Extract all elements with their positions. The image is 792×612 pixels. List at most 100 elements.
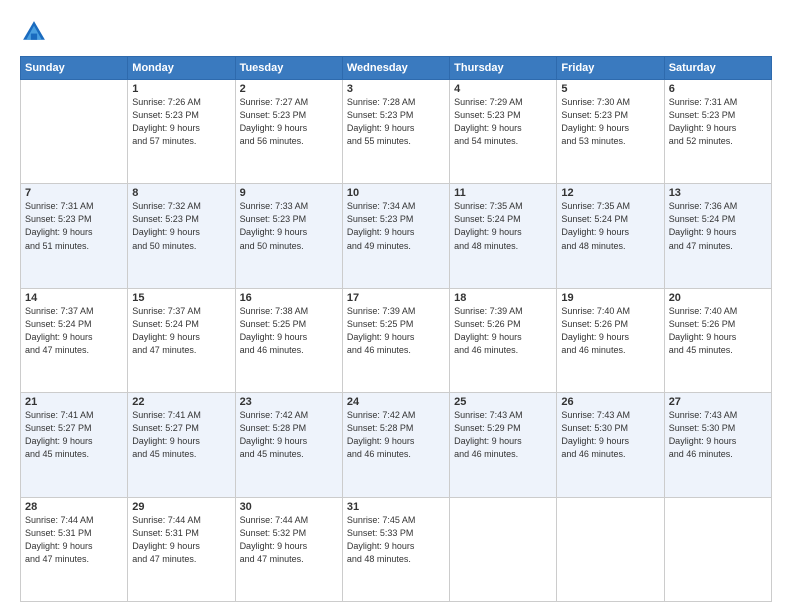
day-number: 18 bbox=[454, 292, 552, 304]
day-info: Sunrise: 7:33 AMSunset: 5:23 PMDaylight:… bbox=[240, 200, 338, 252]
calendar-cell: 21Sunrise: 7:41 AMSunset: 5:27 PMDayligh… bbox=[21, 393, 128, 497]
day-number: 25 bbox=[454, 396, 552, 408]
calendar-cell: 3Sunrise: 7:28 AMSunset: 5:23 PMDaylight… bbox=[342, 80, 449, 184]
day-info: Sunrise: 7:42 AMSunset: 5:28 PMDaylight:… bbox=[347, 409, 445, 461]
day-info: Sunrise: 7:36 AMSunset: 5:24 PMDaylight:… bbox=[669, 200, 767, 252]
day-number: 6 bbox=[669, 83, 767, 95]
day-number: 29 bbox=[132, 501, 230, 513]
calendar-cell: 8Sunrise: 7:32 AMSunset: 5:23 PMDaylight… bbox=[128, 184, 235, 288]
day-number: 16 bbox=[240, 292, 338, 304]
day-number: 11 bbox=[454, 187, 552, 199]
day-info: Sunrise: 7:32 AMSunset: 5:23 PMDaylight:… bbox=[132, 200, 230, 252]
calendar-cell: 6Sunrise: 7:31 AMSunset: 5:23 PMDaylight… bbox=[664, 80, 771, 184]
day-number: 31 bbox=[347, 501, 445, 513]
day-info: Sunrise: 7:42 AMSunset: 5:28 PMDaylight:… bbox=[240, 409, 338, 461]
day-info: Sunrise: 7:43 AMSunset: 5:29 PMDaylight:… bbox=[454, 409, 552, 461]
day-info: Sunrise: 7:44 AMSunset: 5:31 PMDaylight:… bbox=[132, 514, 230, 566]
calendar-cell: 30Sunrise: 7:44 AMSunset: 5:32 PMDayligh… bbox=[235, 497, 342, 601]
day-number: 4 bbox=[454, 83, 552, 95]
weekday-header-row: SundayMondayTuesdayWednesdayThursdayFrid… bbox=[21, 57, 772, 80]
day-number: 2 bbox=[240, 83, 338, 95]
day-number: 20 bbox=[669, 292, 767, 304]
day-info: Sunrise: 7:39 AMSunset: 5:26 PMDaylight:… bbox=[454, 305, 552, 357]
day-number: 23 bbox=[240, 396, 338, 408]
day-number: 12 bbox=[561, 187, 659, 199]
day-info: Sunrise: 7:41 AMSunset: 5:27 PMDaylight:… bbox=[132, 409, 230, 461]
weekday-header-tuesday: Tuesday bbox=[235, 57, 342, 80]
calendar-cell: 10Sunrise: 7:34 AMSunset: 5:23 PMDayligh… bbox=[342, 184, 449, 288]
day-info: Sunrise: 7:44 AMSunset: 5:31 PMDaylight:… bbox=[25, 514, 123, 566]
calendar-cell: 31Sunrise: 7:45 AMSunset: 5:33 PMDayligh… bbox=[342, 497, 449, 601]
day-number: 13 bbox=[669, 187, 767, 199]
calendar-cell: 15Sunrise: 7:37 AMSunset: 5:24 PMDayligh… bbox=[128, 288, 235, 392]
day-number: 30 bbox=[240, 501, 338, 513]
calendar-cell: 11Sunrise: 7:35 AMSunset: 5:24 PMDayligh… bbox=[450, 184, 557, 288]
day-info: Sunrise: 7:31 AMSunset: 5:23 PMDaylight:… bbox=[669, 96, 767, 148]
calendar-cell bbox=[450, 497, 557, 601]
day-number: 9 bbox=[240, 187, 338, 199]
weekday-header-thursday: Thursday bbox=[450, 57, 557, 80]
day-number: 21 bbox=[25, 396, 123, 408]
day-number: 22 bbox=[132, 396, 230, 408]
day-info: Sunrise: 7:43 AMSunset: 5:30 PMDaylight:… bbox=[561, 409, 659, 461]
weekday-header-monday: Monday bbox=[128, 57, 235, 80]
day-info: Sunrise: 7:31 AMSunset: 5:23 PMDaylight:… bbox=[25, 200, 123, 252]
calendar-cell: 26Sunrise: 7:43 AMSunset: 5:30 PMDayligh… bbox=[557, 393, 664, 497]
day-number: 8 bbox=[132, 187, 230, 199]
day-info: Sunrise: 7:30 AMSunset: 5:23 PMDaylight:… bbox=[561, 96, 659, 148]
header bbox=[20, 18, 772, 46]
calendar-cell: 17Sunrise: 7:39 AMSunset: 5:25 PMDayligh… bbox=[342, 288, 449, 392]
calendar-cell: 29Sunrise: 7:44 AMSunset: 5:31 PMDayligh… bbox=[128, 497, 235, 601]
calendar-cell: 1Sunrise: 7:26 AMSunset: 5:23 PMDaylight… bbox=[128, 80, 235, 184]
day-info: Sunrise: 7:28 AMSunset: 5:23 PMDaylight:… bbox=[347, 96, 445, 148]
calendar-cell: 14Sunrise: 7:37 AMSunset: 5:24 PMDayligh… bbox=[21, 288, 128, 392]
day-info: Sunrise: 7:26 AMSunset: 5:23 PMDaylight:… bbox=[132, 96, 230, 148]
calendar-cell: 27Sunrise: 7:43 AMSunset: 5:30 PMDayligh… bbox=[664, 393, 771, 497]
day-info: Sunrise: 7:40 AMSunset: 5:26 PMDaylight:… bbox=[669, 305, 767, 357]
weekday-header-wednesday: Wednesday bbox=[342, 57, 449, 80]
calendar-cell: 22Sunrise: 7:41 AMSunset: 5:27 PMDayligh… bbox=[128, 393, 235, 497]
day-number: 10 bbox=[347, 187, 445, 199]
day-info: Sunrise: 7:37 AMSunset: 5:24 PMDaylight:… bbox=[25, 305, 123, 357]
weekday-header-saturday: Saturday bbox=[664, 57, 771, 80]
calendar-cell bbox=[664, 497, 771, 601]
day-info: Sunrise: 7:40 AMSunset: 5:26 PMDaylight:… bbox=[561, 305, 659, 357]
calendar-week-5: 28Sunrise: 7:44 AMSunset: 5:31 PMDayligh… bbox=[21, 497, 772, 601]
calendar-cell: 28Sunrise: 7:44 AMSunset: 5:31 PMDayligh… bbox=[21, 497, 128, 601]
calendar-cell: 25Sunrise: 7:43 AMSunset: 5:29 PMDayligh… bbox=[450, 393, 557, 497]
calendar-cell: 23Sunrise: 7:42 AMSunset: 5:28 PMDayligh… bbox=[235, 393, 342, 497]
day-info: Sunrise: 7:35 AMSunset: 5:24 PMDaylight:… bbox=[561, 200, 659, 252]
day-number: 14 bbox=[25, 292, 123, 304]
day-info: Sunrise: 7:35 AMSunset: 5:24 PMDaylight:… bbox=[454, 200, 552, 252]
calendar-cell bbox=[557, 497, 664, 601]
day-number: 7 bbox=[25, 187, 123, 199]
logo-icon bbox=[20, 18, 48, 46]
calendar-cell bbox=[21, 80, 128, 184]
day-info: Sunrise: 7:37 AMSunset: 5:24 PMDaylight:… bbox=[132, 305, 230, 357]
calendar-cell: 5Sunrise: 7:30 AMSunset: 5:23 PMDaylight… bbox=[557, 80, 664, 184]
day-number: 5 bbox=[561, 83, 659, 95]
day-info: Sunrise: 7:43 AMSunset: 5:30 PMDaylight:… bbox=[669, 409, 767, 461]
day-number: 15 bbox=[132, 292, 230, 304]
day-info: Sunrise: 7:45 AMSunset: 5:33 PMDaylight:… bbox=[347, 514, 445, 566]
calendar-cell: 13Sunrise: 7:36 AMSunset: 5:24 PMDayligh… bbox=[664, 184, 771, 288]
day-info: Sunrise: 7:29 AMSunset: 5:23 PMDaylight:… bbox=[454, 96, 552, 148]
calendar-cell: 7Sunrise: 7:31 AMSunset: 5:23 PMDaylight… bbox=[21, 184, 128, 288]
day-info: Sunrise: 7:39 AMSunset: 5:25 PMDaylight:… bbox=[347, 305, 445, 357]
day-number: 1 bbox=[132, 83, 230, 95]
calendar-cell: 4Sunrise: 7:29 AMSunset: 5:23 PMDaylight… bbox=[450, 80, 557, 184]
calendar-week-1: 1Sunrise: 7:26 AMSunset: 5:23 PMDaylight… bbox=[21, 80, 772, 184]
day-number: 28 bbox=[25, 501, 123, 513]
day-info: Sunrise: 7:27 AMSunset: 5:23 PMDaylight:… bbox=[240, 96, 338, 148]
day-info: Sunrise: 7:44 AMSunset: 5:32 PMDaylight:… bbox=[240, 514, 338, 566]
day-info: Sunrise: 7:38 AMSunset: 5:25 PMDaylight:… bbox=[240, 305, 338, 357]
weekday-header-friday: Friday bbox=[557, 57, 664, 80]
calendar-week-4: 21 Sunrise: 7:41 AMSunset: 5:27 PMDayligh… bbox=[21, 393, 772, 497]
day-number: 17 bbox=[347, 292, 445, 304]
page: SundayMondayTuesdayWednesdayThursdayFrid… bbox=[0, 0, 792, 612]
calendar-cell: 16Sunrise: 7:38 AMSunset: 5:25 PMDayligh… bbox=[235, 288, 342, 392]
day-info: Sunrise: 7:34 AMSunset: 5:23 PMDaylight:… bbox=[347, 200, 445, 252]
day-number: 3 bbox=[347, 83, 445, 95]
calendar-week-2: 7Sunrise: 7:31 AMSunset: 5:23 PMDaylight… bbox=[21, 184, 772, 288]
calendar-cell: 20Sunrise: 7:40 AMSunset: 5:26 PMDayligh… bbox=[664, 288, 771, 392]
